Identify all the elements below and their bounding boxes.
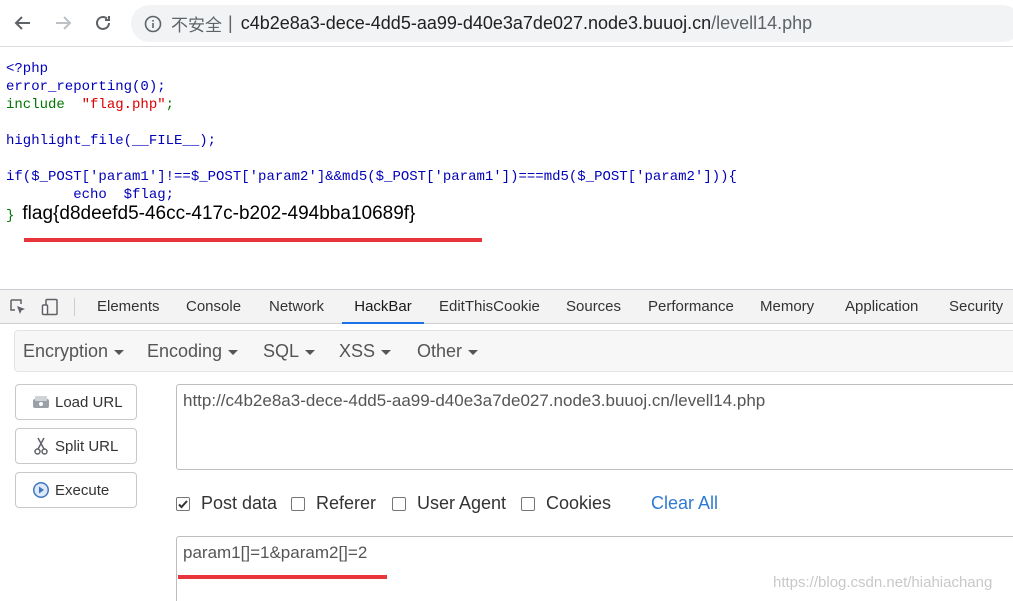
checkbox-icon	[291, 496, 305, 511]
info-icon[interactable]	[143, 14, 163, 34]
post-data-label: Post data	[201, 493, 278, 513]
browser-toolbar: 不安全 | c4b2e8a3-dece-4dd5-aa99-d40e3a7de0…	[0, 0, 1013, 47]
scissors-icon	[32, 437, 50, 455]
menu-sql-label: SQL	[263, 341, 300, 361]
tab-application[interactable]: Application	[845, 290, 918, 324]
code-line-error-reporting: error_reporting(0);	[6, 79, 166, 95]
inspect-element-icon[interactable]	[8, 297, 28, 317]
clear-all-link[interactable]: Clear All	[651, 493, 718, 514]
post-data-checkbox[interactable]: Post data	[176, 493, 277, 514]
flag-line: } flag{d8deefd5-46cc-417c-b202-494bba106…	[6, 203, 415, 229]
code-line-open-tag: <?php	[6, 61, 49, 77]
load-url-button[interactable]: Load URL	[15, 384, 137, 420]
reload-icon[interactable]	[88, 8, 118, 38]
tab-security[interactable]: Security	[949, 290, 1003, 324]
code-line-include: include "flag.php";	[6, 97, 175, 113]
menu-xss-label: XSS	[339, 341, 376, 361]
load-url-label: Load URL	[55, 393, 123, 411]
tab-editthiscookie[interactable]: EditThisCookie	[439, 290, 540, 324]
tab-performance[interactable]: Performance	[648, 290, 734, 324]
menu-other-label: Other	[417, 341, 463, 361]
hackbar-menubar: Encryption Encoding SQL XSS Other	[14, 330, 1013, 372]
checkbox-icon	[521, 496, 535, 511]
device-toolbar-icon[interactable]	[40, 297, 60, 317]
split-url-label: Split URL	[55, 437, 119, 455]
flag-highlight-underline	[24, 238, 482, 242]
split-url-button[interactable]: Split URL	[15, 428, 137, 464]
caret-down-icon	[381, 349, 392, 355]
referer-label: Referer	[316, 493, 377, 513]
caret-down-icon	[228, 349, 239, 355]
user-agent-checkbox[interactable]: User Agent	[392, 493, 506, 514]
code-line-highlight-file: highlight_file(__FILE__);	[6, 133, 217, 149]
closing-brace: }	[6, 208, 15, 224]
address-separator: |	[228, 13, 233, 33]
menu-xss[interactable]: XSS	[339, 341, 392, 362]
referer-checkbox[interactable]: Referer	[291, 493, 376, 514]
execute-label: Execute	[55, 481, 110, 499]
cookies-checkbox[interactable]: Cookies	[521, 493, 611, 514]
user-agent-label: User Agent	[417, 493, 507, 513]
code-line-if: if($_POST['param1']!==$_POST['param2']&&…	[6, 169, 737, 185]
menu-encoding-label: Encoding	[147, 341, 223, 361]
watermark: https://blog.csdn.net/hiahiachang	[773, 574, 993, 591]
post-data-textarea[interactable]: param1[]=1&param2[]=2	[176, 536, 1013, 601]
tab-memory[interactable]: Memory	[760, 290, 814, 324]
tab-sources[interactable]: Sources	[566, 290, 621, 324]
security-label: 不安全	[171, 16, 222, 36]
menu-sql[interactable]: SQL	[263, 341, 316, 362]
forward-icon[interactable]	[48, 8, 78, 38]
execute-button[interactable]: Execute	[15, 472, 137, 508]
devtools-tabbar: Elements Console Network HackBar EditThi…	[0, 290, 1013, 324]
url-host: c4b2e8a3-dece-4dd5-aa99-d40e3a7de027.nod…	[240, 13, 712, 33]
play-icon	[32, 481, 50, 499]
checkbox-checked-icon	[176, 496, 190, 511]
flag-output: flag{d8deefd5-46cc-417c-b202-494bba10689…	[22, 203, 416, 224]
caret-down-icon	[305, 349, 316, 355]
menu-encryption-label: Encryption	[23, 341, 109, 361]
menu-encryption[interactable]: Encryption	[23, 341, 125, 362]
tab-elements[interactable]: Elements	[97, 290, 160, 324]
tab-console[interactable]: Console	[186, 290, 241, 324]
checkbox-icon	[392, 496, 406, 511]
cookies-label: Cookies	[546, 493, 612, 513]
caret-down-icon	[468, 349, 479, 355]
url-textarea[interactable]: http://c4b2e8a3-dece-4dd5-aa99-d40e3a7de…	[176, 384, 1013, 470]
code-line-echo: echo $flag;	[6, 187, 175, 203]
tab-hackbar[interactable]: HackBar	[342, 290, 424, 324]
caret-down-icon	[114, 349, 125, 355]
menu-encoding[interactable]: Encoding	[147, 341, 239, 362]
back-icon[interactable]	[8, 8, 38, 38]
url-path: /levell14.php	[711, 13, 813, 33]
devtools-panel: Elements Console Network HackBar EditThi…	[0, 289, 1013, 601]
menu-other[interactable]: Other	[417, 341, 479, 362]
address-bar[interactable]: 不安全 | c4b2e8a3-dece-4dd5-aa99-d40e3a7de0…	[131, 5, 1013, 42]
php-source: <?php error_reporting(0); include "flag.…	[6, 60, 737, 204]
post-data-highlight-underline	[178, 575, 387, 579]
toolbar-divider	[74, 298, 75, 316]
tab-network[interactable]: Network	[269, 290, 324, 324]
load-url-icon	[32, 393, 50, 411]
